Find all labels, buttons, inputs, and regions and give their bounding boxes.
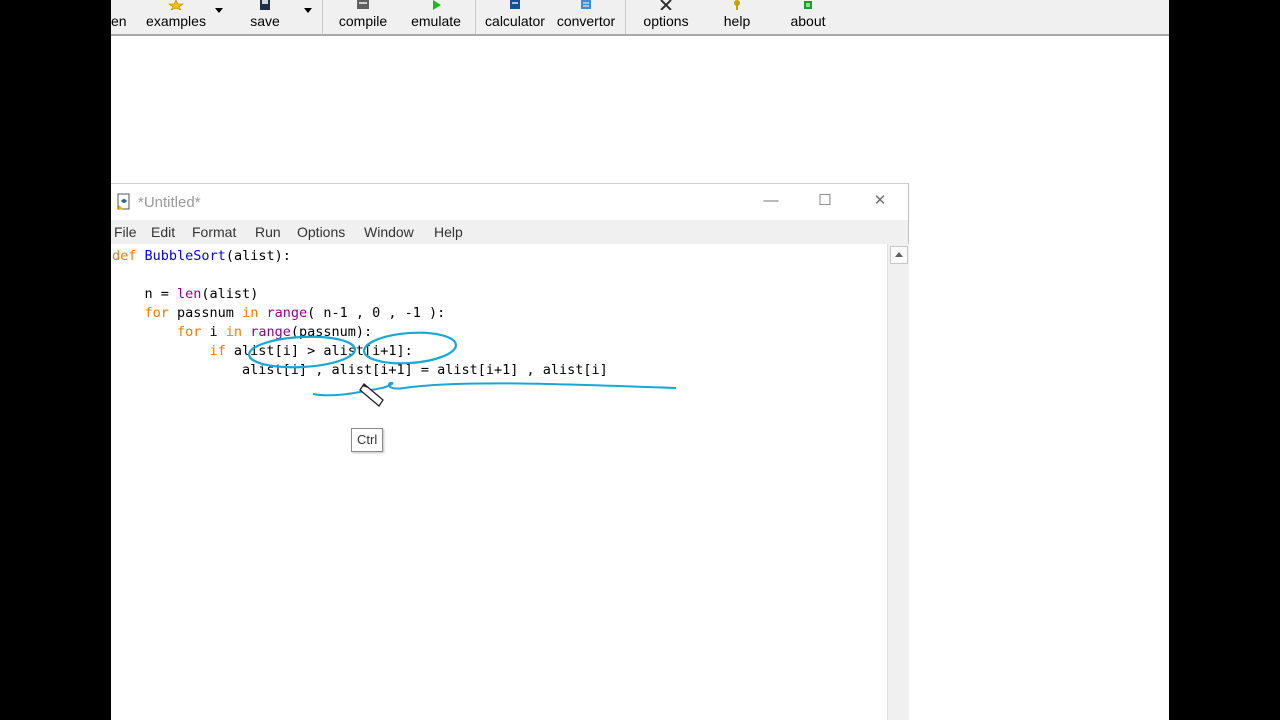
code-line: for passnum in range( n-1 , 0 , -1 ): [112,304,446,323]
toolbar-calculator-label: calculator [485,13,545,29]
window-title: *Untitled* [138,194,201,211]
key-tooltip: Ctrl [351,428,384,452]
vertical-scrollbar[interactable] [887,244,909,720]
menu-run[interactable]: Run [255,224,281,240]
menu-edit[interactable]: Edit [151,224,175,240]
idle-editor-window: *Untitled* — ☐ ✕ File Edit Format Run Op… [111,183,909,720]
code-keyword: for [112,324,202,340]
code-line: if alist[i] > alist[i+1]: [112,342,413,361]
code-text: ( n-1 , 0 , -1 ): [307,305,446,321]
code-text: alist[i] > alist[i+1]: [225,343,413,359]
code-text: (alist): [225,248,291,264]
code-keyword: if [112,343,226,359]
toolbar-calculator-button[interactable]: calculator [481,0,549,34]
code-text: i [201,324,226,340]
menu-options[interactable]: Options [297,224,345,240]
code-line: n = len(alist) [112,285,259,304]
menu-window[interactable]: Window [364,224,414,240]
code-line: for i in range(passnum): [112,323,372,342]
play-icon [433,0,441,10]
code-text: n = [112,286,178,302]
code-keyword: for [112,305,169,321]
code-builtin: range [266,305,308,321]
star-icon [168,0,184,10]
toolbar-open-label: en [111,13,127,29]
chip-icon [804,1,812,9]
tools-icon [660,0,672,10]
toolbar-help-label: help [723,13,751,29]
menu-file[interactable]: File [114,224,137,240]
code-editor[interactable]: def BubbleSort(alist): n = len(alist) fo… [111,244,887,720]
toolbar-about-label: about [790,13,826,29]
toolbar-compile-button[interactable]: compile [333,0,393,34]
toolbar-options-label: options [643,13,689,29]
help-icon [734,0,740,10]
toolbar-emulate-button[interactable]: emulate [403,0,469,34]
menu-format[interactable]: Format [192,224,236,240]
toolbar-compile-label: compile [338,13,388,29]
emulator-screen: en examples save compile emulate calcula… [111,0,1169,720]
toolbar-convertor-button[interactable]: convertor [553,0,619,34]
code-builtin: len [177,286,202,302]
compile-icon [357,0,369,9]
examples-dropdown-icon[interactable] [215,8,223,13]
scroll-up-arrow-icon[interactable] [890,246,908,264]
save-dropdown-icon[interactable] [304,8,312,13]
code-builtin: range [250,324,291,340]
code-text: alist[i] , alist[i+1] = alist[i+1] , ali… [112,362,608,378]
calculator-icon [510,0,520,9]
toolbar-help-button[interactable]: help [711,0,763,34]
menu-help[interactable]: Help [434,224,463,240]
toolbar-separator [322,0,323,34]
code-text: (alist) [201,286,259,302]
convertor-icon [581,0,591,9]
python-file-icon [117,193,130,210]
code-text: (passnum): [290,324,373,340]
close-button[interactable]: ✕ [870,192,890,210]
emulator-toolbar: en examples save compile emulate calcula… [111,0,1169,36]
toolbar-open-button[interactable]: en [111,0,127,34]
code-keyword: in [242,305,259,321]
toolbar-separator [625,0,626,34]
toolbar-about-button[interactable]: about [781,0,835,34]
minimize-button[interactable]: — [761,192,781,210]
code-keyword: def [112,248,137,264]
toolbar-emulate-label: emulate [411,13,461,29]
toolbar-options-button[interactable]: options [636,0,696,34]
toolbar-separator [475,0,476,34]
maximize-button[interactable]: ☐ [815,192,835,210]
toolbar-save-label: save [250,13,280,29]
code-function-name: BubbleSort [144,248,226,264]
code-line: alist[i] , alist[i+1] = alist[i+1] , ali… [112,361,608,380]
code-line: def BubbleSort(alist): [112,247,291,266]
menubar: File Edit Format Run Options Window Help [111,220,908,244]
toolbar-save-button[interactable]: save [241,0,289,34]
toolbar-convertor-label: convertor [556,13,616,29]
floppy-icon [260,0,270,10]
toolbar-examples-button[interactable]: examples [141,0,211,34]
toolbar-examples-label: examples [146,13,206,29]
code-text: passnum [168,305,243,321]
window-titlebar[interactable]: *Untitled* — ☐ ✕ [111,184,908,220]
code-keyword: in [225,324,243,340]
